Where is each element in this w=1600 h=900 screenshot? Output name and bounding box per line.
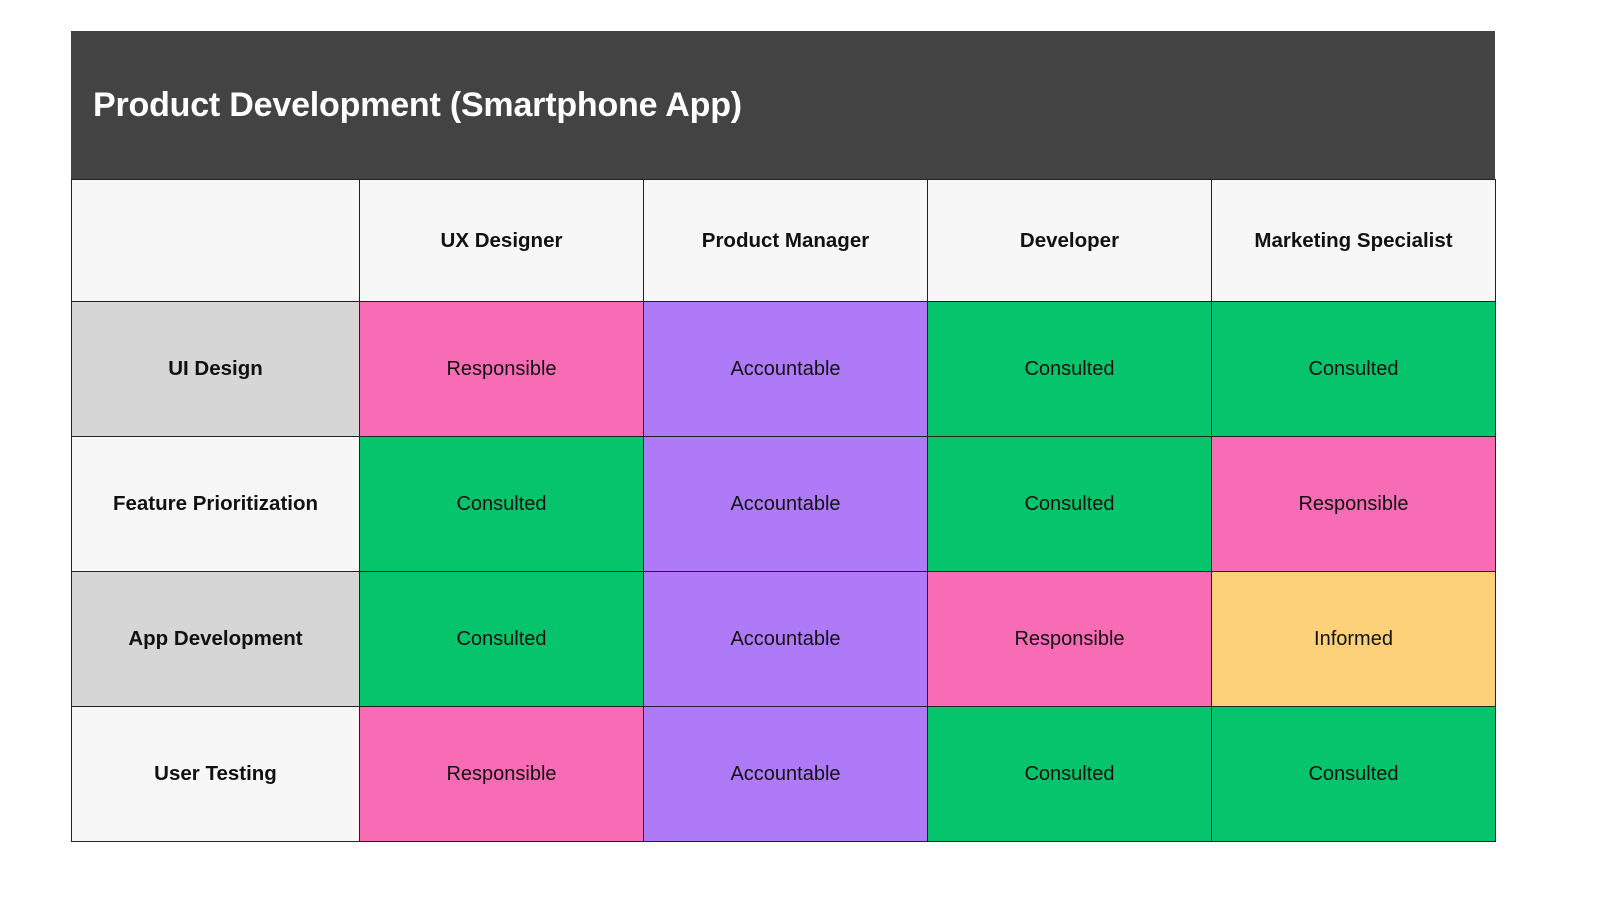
cell-user-testing-product-manager: Accountable: [643, 706, 928, 842]
page-title: Product Development (Smartphone App): [93, 85, 742, 124]
cell-feature-prioritization-developer: Consulted: [927, 436, 1212, 572]
row-label-app-development: App Development: [71, 571, 360, 707]
table-header: UX Designer Product Manager Developer Ma…: [71, 179, 1496, 302]
cell-feature-prioritization-product-manager: Accountable: [643, 436, 928, 572]
table-row: UI Design Responsible Accountable Consul…: [71, 301, 1496, 437]
cell-ui-design-ux-designer: Responsible: [359, 301, 644, 437]
table-row: App Development Consulted Accountable Re…: [71, 571, 1496, 707]
cell-ui-design-marketing-specialist: Consulted: [1211, 301, 1496, 437]
row-label-user-testing: User Testing: [71, 706, 360, 842]
column-header-developer: Developer: [927, 179, 1212, 302]
row-label-ui-design: UI Design: [71, 301, 360, 437]
cell-app-development-ux-designer: Consulted: [359, 571, 644, 707]
cell-app-development-developer: Responsible: [927, 571, 1212, 707]
table-row: User Testing Responsible Accountable Con…: [71, 706, 1496, 842]
table-row: Feature Prioritization Consulted Account…: [71, 436, 1496, 572]
cell-app-development-product-manager: Accountable: [643, 571, 928, 707]
cell-user-testing-developer: Consulted: [927, 706, 1212, 842]
column-header-product-manager: Product Manager: [643, 179, 928, 302]
raci-table: UX Designer Product Manager Developer Ma…: [71, 179, 1496, 842]
column-header-marketing-specialist: Marketing Specialist: [1211, 179, 1496, 302]
cell-user-testing-marketing-specialist: Consulted: [1211, 706, 1496, 842]
cell-feature-prioritization-marketing-specialist: Responsible: [1211, 436, 1496, 572]
cell-ui-design-product-manager: Accountable: [643, 301, 928, 437]
row-label-feature-prioritization: Feature Prioritization: [71, 436, 360, 572]
table-body: UI Design Responsible Accountable Consul…: [71, 301, 1496, 842]
header-row: UX Designer Product Manager Developer Ma…: [71, 179, 1496, 302]
raci-matrix: Product Development (Smartphone App) UX …: [71, 31, 1496, 861]
cell-ui-design-developer: Consulted: [927, 301, 1212, 437]
matrix-title-bar: Product Development (Smartphone App): [71, 31, 1495, 179]
cell-app-development-marketing-specialist: Informed: [1211, 571, 1496, 707]
cell-feature-prioritization-ux-designer: Consulted: [359, 436, 644, 572]
header-corner-cell: [71, 179, 360, 302]
column-header-ux-designer: UX Designer: [359, 179, 644, 302]
cell-user-testing-ux-designer: Responsible: [359, 706, 644, 842]
